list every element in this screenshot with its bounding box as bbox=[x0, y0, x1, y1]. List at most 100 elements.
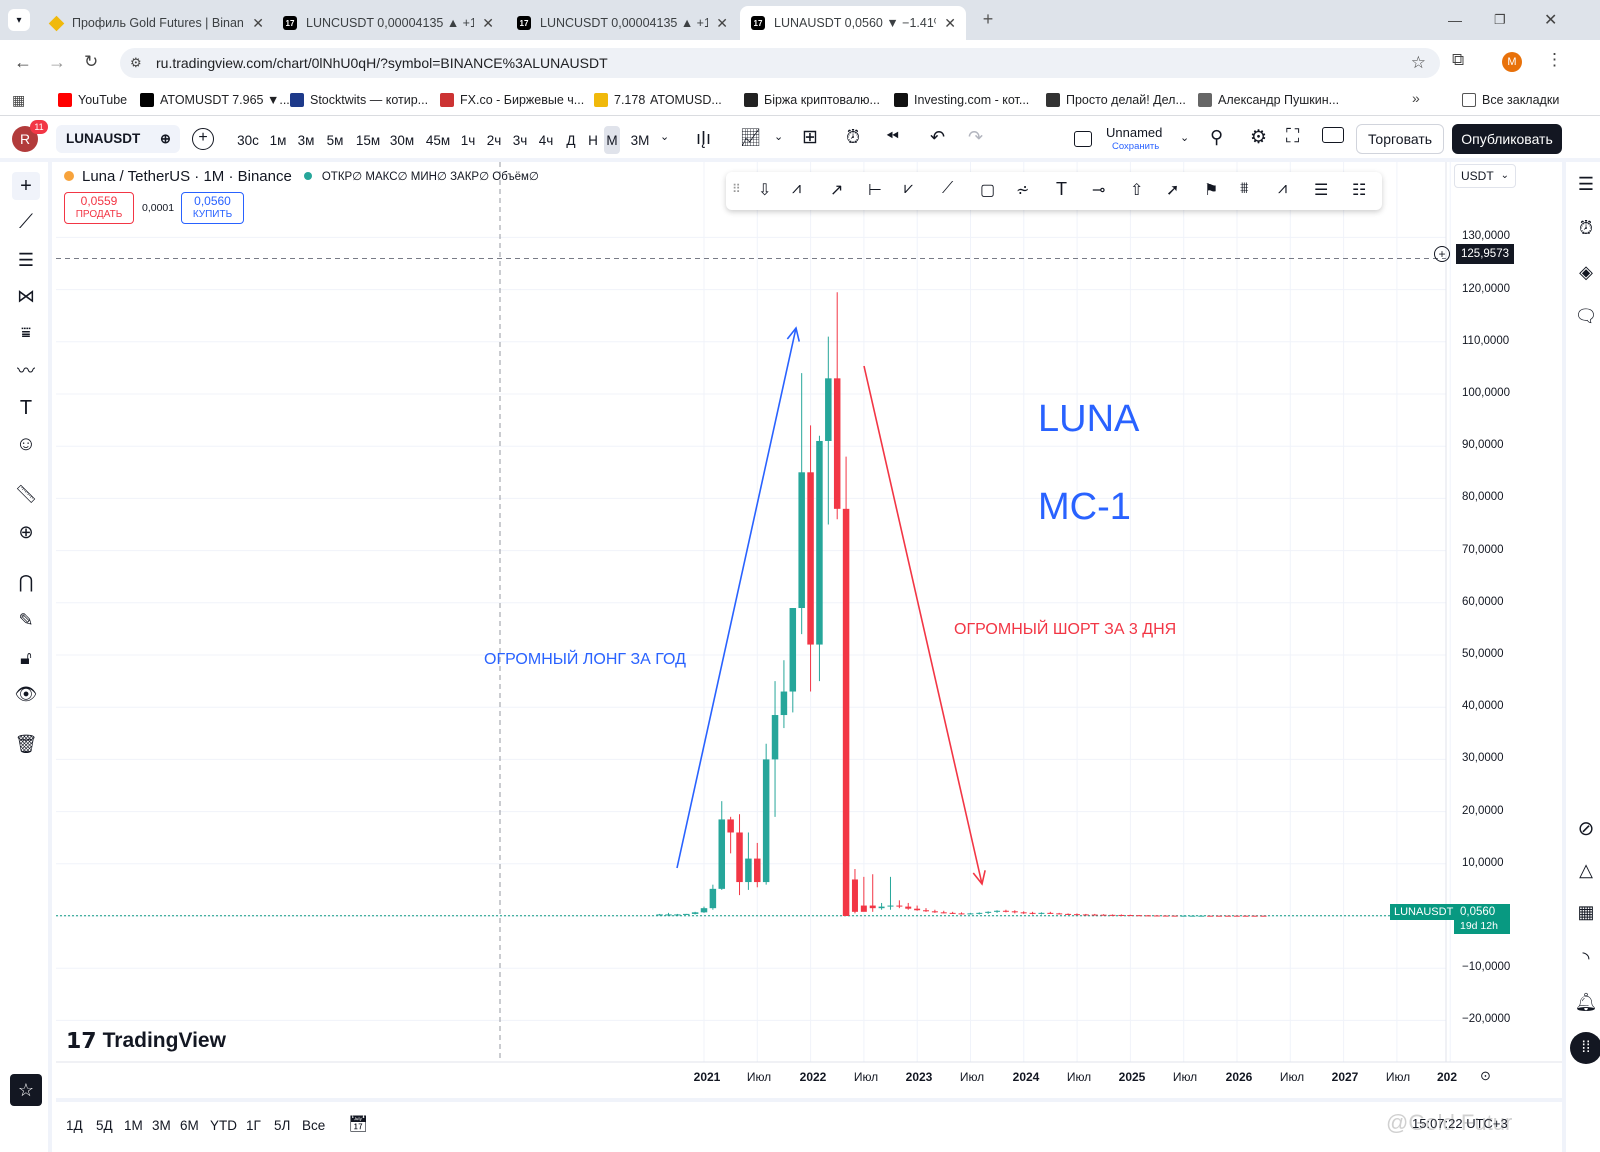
replay-icon[interactable]: ⏪︎ bbox=[886, 128, 899, 146]
bookmark-item[interactable]: Stocktwits — котир... bbox=[290, 90, 428, 110]
annotation-luna[interactable]: LUNA bbox=[1038, 398, 1139, 441]
lock-icon[interactable]: 🔓︎ bbox=[12, 644, 40, 672]
undo-icon[interactable]: ↶ bbox=[930, 127, 945, 148]
abc-pattern-icon[interactable]: ⩘ bbox=[1278, 180, 1287, 198]
favorites-star-icon[interactable]: ☆ bbox=[10, 1074, 42, 1106]
range-button[interactable]: 1Д bbox=[66, 1114, 83, 1136]
interval-button[interactable]: 4ч bbox=[536, 129, 556, 151]
fib-retracement-icon[interactable]: ☰ bbox=[1314, 180, 1328, 200]
tab-close-icon[interactable]: ✕ bbox=[716, 15, 728, 32]
elliott-15-icon[interactable]: ⩘ bbox=[792, 180, 801, 198]
fullscreen-icon[interactable]: ⛶ bbox=[1286, 126, 1299, 148]
interval-button[interactable]: 2ч bbox=[484, 129, 504, 151]
range-button[interactable]: 5Д bbox=[96, 1114, 113, 1136]
chart-canvas[interactable] bbox=[56, 162, 1562, 1082]
alerts-clock-icon[interactable]: ⏰︎ bbox=[1572, 214, 1600, 242]
horizontal-ray-icon[interactable]: ⊸ bbox=[1092, 180, 1105, 200]
bookmark-item[interactable]: Investing.com - кот... bbox=[894, 90, 1029, 110]
interval-button[interactable]: 3ч bbox=[510, 129, 530, 151]
compare-icon[interactable]: ⊕ bbox=[160, 125, 171, 153]
browser-tab[interactable]: 17 LUNCUSDT 0,00004135 ▲ +1.7% ✕ bbox=[272, 6, 504, 40]
emoji-icon[interactable]: ☺ bbox=[12, 430, 40, 458]
time-axis-settings-icon[interactable]: ⊙ bbox=[1480, 1068, 1491, 1084]
path-icon[interactable]: ↗ bbox=[830, 180, 843, 200]
annotation-mc[interactable]: MC-1 bbox=[1038, 486, 1131, 529]
bookmark-item[interactable]: ATOMUSDT 7.965 ▼... bbox=[140, 90, 290, 110]
apps-menu-icon[interactable]: ⁞⁞ bbox=[1570, 1032, 1600, 1064]
drag-handle-icon[interactable]: ⠿ bbox=[732, 182, 741, 196]
url-field[interactable]: ⚙ ru.tradingview.com/chart/0lNhU0qH/?sym… bbox=[120, 48, 1440, 78]
elliott-wz-icon[interactable]: ⩗ bbox=[904, 180, 913, 198]
interval-button[interactable]: 1ч bbox=[458, 129, 478, 151]
add-symbol-icon[interactable]: + bbox=[192, 128, 214, 150]
arrow-icon[interactable]: ➚ bbox=[1166, 180, 1179, 200]
candles-type-icon[interactable]: ıĮı bbox=[696, 128, 711, 149]
extensions-icon[interactable]: ⧉ bbox=[1452, 50, 1464, 70]
bookmark-item[interactable]: YouTube bbox=[58, 90, 127, 110]
browser-tab[interactable]: 17 LUNAUSDT 0,0560 ▼ −1.41% U ✕ bbox=[740, 6, 966, 40]
ruler-icon[interactable]: 📏︎ bbox=[12, 480, 40, 508]
layout-grid-icon[interactable]: ⊞ bbox=[802, 126, 818, 149]
back-icon[interactable]: ← bbox=[14, 52, 32, 73]
close-window-icon[interactable]: ✕ bbox=[1544, 10, 1560, 29]
indicators-icon[interactable]: 📈︎ bbox=[740, 128, 762, 148]
range-button[interactable]: 5Л bbox=[274, 1114, 290, 1136]
annotation-long[interactable]: ОГРОМНЫЙ ЛОНГ ЗА ГОД bbox=[484, 651, 686, 669]
interval-button[interactable]: 15м bbox=[354, 129, 382, 151]
annotation-short[interactable]: ОГРОМНЫЙ ШОРТ ЗА 3 ДНЯ bbox=[954, 621, 1176, 639]
range-button[interactable]: 6М bbox=[180, 1114, 199, 1136]
rectangle-icon[interactable]: ▢ bbox=[980, 180, 995, 200]
line-icon[interactable]: ⟋ bbox=[942, 180, 953, 198]
interval-button[interactable]: Д bbox=[564, 129, 578, 151]
interval-button[interactable]: 3м bbox=[296, 129, 316, 151]
range-button[interactable]: 3М bbox=[152, 1114, 171, 1136]
reload-icon[interactable]: ↻ bbox=[84, 52, 98, 72]
range-button[interactable]: Все bbox=[302, 1114, 325, 1136]
symbol-search[interactable]: LUNAUSDT ⊕ bbox=[56, 125, 180, 153]
range-button[interactable]: 1Г bbox=[246, 1114, 261, 1136]
ideas-stream-icon[interactable]: ◝ bbox=[1572, 944, 1600, 972]
new-tab-button[interactable]: + bbox=[978, 9, 998, 29]
bookmark-item[interactable]: Александр Пушкин... bbox=[1198, 90, 1339, 110]
polyline-icon[interactable]: ⩫ bbox=[1016, 180, 1029, 200]
range-button[interactable]: YTD bbox=[210, 1114, 237, 1136]
parallel-channel-icon[interactable]: ⩩ bbox=[1240, 180, 1249, 198]
crosshair-icon[interactable]: + bbox=[12, 172, 40, 200]
bookmark-item[interactable]: Просто делай! Дел... bbox=[1046, 90, 1186, 110]
all-bookmarks[interactable]: Все закладки bbox=[1462, 90, 1559, 110]
text-icon[interactable]: T bbox=[12, 394, 40, 422]
zoom-in-icon[interactable]: ⊕ bbox=[12, 518, 40, 546]
crosshair-add-icon[interactable]: + bbox=[1434, 246, 1450, 262]
buy-button[interactable]: 0,0560 КУПИТЬ bbox=[181, 192, 244, 224]
brush-icon[interactable]: 〰 bbox=[12, 356, 40, 384]
range-button[interactable]: 1М bbox=[124, 1114, 143, 1136]
legend-title[interactable]: Luna / TetherUS · 1М · Binance bbox=[82, 168, 292, 185]
lock-drawing-icon[interactable]: ✎ bbox=[12, 606, 40, 634]
restore-icon[interactable]: ❐ bbox=[1494, 12, 1510, 28]
trendline-icon[interactable]: ⟋ bbox=[12, 208, 40, 236]
pine-icon[interactable]: △ bbox=[1572, 856, 1600, 884]
snapshot-icon[interactable] bbox=[1322, 127, 1344, 143]
trade-button[interactable]: Торговать bbox=[1356, 124, 1444, 154]
redo-icon[interactable]: ↷ bbox=[968, 127, 983, 148]
bookmark-item[interactable]: FX.co - Биржевые ч... bbox=[440, 90, 584, 110]
interval-button[interactable]: Н bbox=[586, 129, 600, 151]
settings-icon[interactable]: ⚙ bbox=[1250, 126, 1267, 149]
bookmark-item[interactable]: 7.178 bbox=[594, 90, 645, 110]
magnet-icon[interactable]: ⋂ bbox=[12, 568, 40, 596]
publish-button[interactable]: Опубликовать bbox=[1452, 124, 1562, 154]
calendar-icon[interactable]: ▦ bbox=[1572, 898, 1600, 926]
arrow-down-mark-icon[interactable]: ⇩ bbox=[758, 180, 771, 200]
fib-time-icon[interactable]: ⊢ bbox=[868, 180, 882, 200]
indicators-dropdown-icon[interactable]: ⌄ bbox=[774, 130, 783, 143]
notifications-bell-icon[interactable]: 🔔︎ bbox=[1572, 988, 1600, 1016]
projection-icon[interactable]: ⩸ bbox=[12, 320, 40, 348]
currency-selector[interactable]: USDT ⌄ bbox=[1454, 164, 1516, 188]
text-tool-icon[interactable]: T bbox=[1056, 179, 1067, 200]
interval-button[interactable]: 30с bbox=[236, 129, 260, 151]
interval-button[interactable]: 45м bbox=[424, 129, 452, 151]
profile-avatar[interactable]: M bbox=[1502, 52, 1522, 72]
site-info-icon[interactable]: ⚙ bbox=[130, 55, 142, 71]
apps-icon[interactable]: ▦ bbox=[12, 92, 25, 109]
browser-tab[interactable]: 17 LUNCUSDT 0,00004135 ▲ +1.7% ✕ bbox=[506, 6, 738, 40]
